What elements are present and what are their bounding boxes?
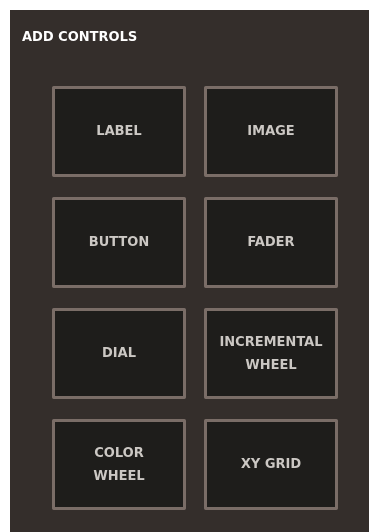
add-color-wheel-button[interactable]: COLOR WHEEL [52,419,186,510]
add-fader-button[interactable]: FADER [204,197,338,288]
add-label-button[interactable]: LABEL [52,86,186,177]
add-controls-panel: ADD CONTROLS LABEL IMAGE BUTTON FADER DI… [10,10,369,532]
panel-title: ADD CONTROLS [22,30,138,45]
add-button-button[interactable]: BUTTON [52,197,186,288]
add-image-button[interactable]: IMAGE [204,86,338,177]
controls-grid: LABEL IMAGE BUTTON FADER DIAL INCREMENTA… [52,86,338,510]
add-dial-button[interactable]: DIAL [52,308,186,399]
add-xy-grid-button[interactable]: XY GRID [204,419,338,510]
add-incremental-wheel-button[interactable]: INCREMENTAL WHEEL [204,308,338,399]
